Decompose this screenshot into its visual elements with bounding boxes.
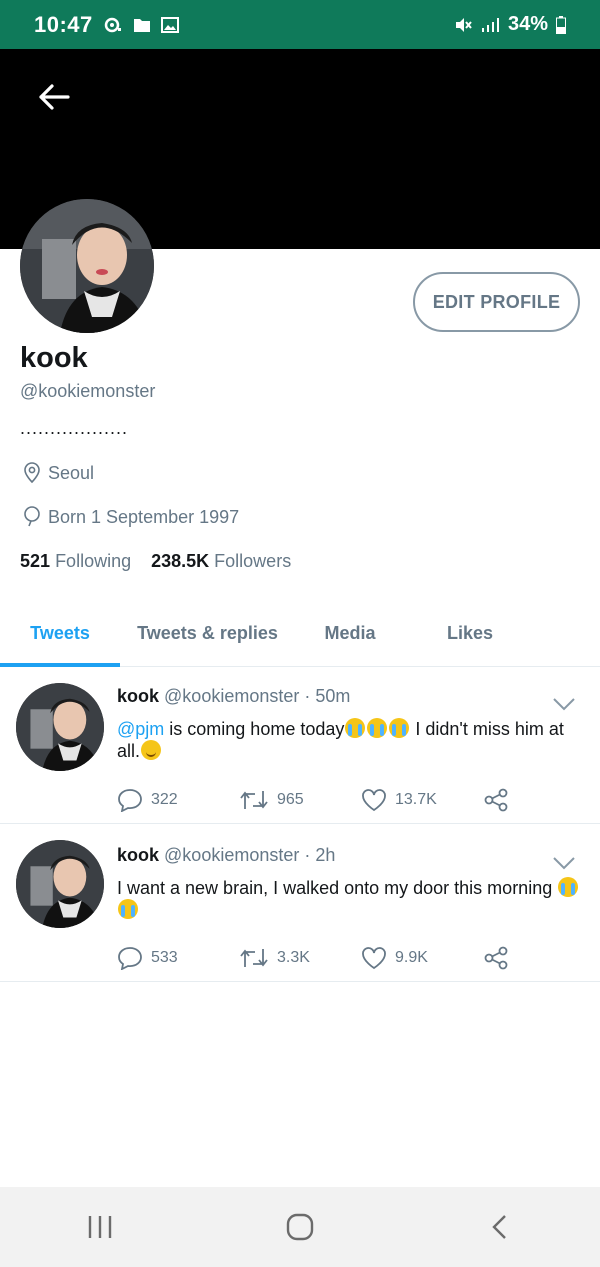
- crying-emoji-icon: [345, 718, 366, 738]
- back-chevron-icon: [492, 1215, 506, 1239]
- like-button[interactable]: 13.7K: [361, 788, 483, 812]
- tweet-item[interactable]: kook @kookiemonster · 50m @pjm is coming…: [0, 668, 600, 824]
- status-bar: 10:47 34%: [0, 0, 600, 49]
- tab-likes[interactable]: Likes: [405, 600, 535, 667]
- retweet-count: 965: [277, 791, 304, 808]
- edit-profile-button[interactable]: EDIT PROFILE: [413, 272, 580, 332]
- display-name: kook: [20, 342, 88, 374]
- following-link[interactable]: 521 Following: [20, 551, 131, 572]
- tweet-text-part: I want a new brain, I walked onto my doo…: [117, 878, 558, 898]
- tweet-author-name: kook: [117, 686, 160, 706]
- retweet-count: 3.3K: [277, 949, 310, 966]
- location-row: Seoul: [22, 462, 94, 484]
- tweet-text: I want a new brain, I walked onto my doo…: [117, 877, 587, 921]
- reply-icon: [118, 947, 142, 970]
- tweet-actions: 533 3.3K 9.9K: [117, 946, 509, 970]
- notification-icons: [103, 16, 179, 33]
- profile-tabs: Tweets Tweets & replies Media Likes: [0, 600, 600, 667]
- chevron-down-icon[interactable]: [552, 696, 576, 712]
- follow-stats: 521 Following 238.5K Followers: [20, 551, 291, 572]
- birthday-text: Born 1 September 1997: [48, 506, 240, 527]
- back-arrow-icon: [39, 84, 70, 110]
- share-icon: [484, 788, 508, 812]
- home-icon: [286, 1213, 314, 1241]
- reply-icon: [118, 789, 142, 812]
- heart-icon: [362, 789, 386, 812]
- tab-media[interactable]: Media: [295, 600, 405, 667]
- tweet-author-handle: @kookiemonster: [164, 845, 300, 865]
- recent-apps-button[interactable]: [70, 1197, 130, 1257]
- crying-emoji-icon: [118, 899, 138, 919]
- battery-percent: 34%: [507, 13, 548, 35]
- battery-icon: [556, 15, 566, 34]
- followers-count: 238.5K: [151, 551, 210, 571]
- followers-label: Followers: [214, 551, 292, 571]
- crying-emoji-icon: [389, 718, 410, 738]
- tweet-item[interactable]: kook @kookiemonster · 2h I want a new br…: [0, 825, 600, 982]
- share-button[interactable]: [483, 788, 509, 812]
- reply-button[interactable]: 533: [117, 946, 239, 970]
- home-button[interactable]: [270, 1197, 330, 1257]
- chevron-down-icon[interactable]: [552, 855, 576, 871]
- tab-tweets-replies[interactable]: Tweets & replies: [120, 600, 295, 667]
- tweet-actions: 322 965 13.7K: [117, 788, 509, 812]
- crying-emoji-icon: [367, 718, 388, 738]
- location-pin-icon: [24, 462, 40, 484]
- mute-icon: [455, 17, 472, 32]
- crying-emoji-icon: [558, 877, 579, 897]
- like-count: 13.7K: [395, 791, 437, 808]
- profile-bio: ..................: [20, 418, 129, 438]
- following-count: 521: [20, 551, 51, 571]
- share-button[interactable]: [483, 946, 509, 970]
- retweet-button[interactable]: 3.3K: [239, 947, 361, 969]
- profile-handle: @kookiemonster: [20, 381, 156, 401]
- location-text: Seoul: [48, 462, 95, 483]
- status-right: 34%: [454, 13, 566, 36]
- retweet-icon: [240, 791, 268, 809]
- tweet-text: @pjm is coming home today I didn't miss …: [117, 718, 587, 762]
- back-button[interactable]: [32, 77, 76, 117]
- followers-link[interactable]: 238.5K Followers: [151, 551, 291, 572]
- tweet-author-name: kook: [117, 845, 160, 865]
- relieved-emoji-icon: [141, 740, 162, 760]
- reply-button[interactable]: 322: [117, 788, 239, 812]
- profile-avatar[interactable]: [20, 199, 154, 333]
- tab-tweets[interactable]: Tweets: [0, 600, 120, 667]
- heart-icon: [362, 947, 386, 970]
- retweet-icon: [240, 949, 268, 967]
- reply-count: 533: [151, 949, 178, 966]
- tweet-author-handle: @kookiemonster: [164, 686, 300, 706]
- recent-apps-icon: [88, 1216, 112, 1238]
- folder-icon: [133, 18, 150, 32]
- tweet-header: kook @kookiemonster · 2h: [117, 845, 335, 866]
- tweet-header: kook @kookiemonster · 50m: [117, 686, 350, 707]
- signal-icon: [481, 17, 499, 32]
- birthday-row: Born 1 September 1997: [22, 506, 239, 528]
- following-label: Following: [55, 551, 132, 571]
- retweet-button[interactable]: 965: [239, 789, 361, 811]
- tweet-text-part: is coming home today: [164, 719, 345, 739]
- status-time: 10:47: [34, 11, 93, 37]
- image-icon: [160, 16, 179, 33]
- like-count: 9.9K: [395, 949, 428, 966]
- tweet-time: · 50m: [304, 686, 351, 706]
- back-nav-button[interactable]: [470, 1197, 530, 1257]
- tweet-mention[interactable]: @pjm: [117, 719, 164, 739]
- balloon-icon: [24, 506, 40, 527]
- system-nav-bar: [0, 1187, 600, 1267]
- tweet-avatar[interactable]: [16, 683, 104, 771]
- sync-icon: [104, 17, 121, 32]
- share-icon: [484, 946, 508, 970]
- like-button[interactable]: 9.9K: [361, 946, 483, 970]
- tweet-time: · 2h: [304, 845, 336, 865]
- reply-count: 322: [151, 791, 178, 808]
- tweet-avatar[interactable]: [16, 840, 104, 928]
